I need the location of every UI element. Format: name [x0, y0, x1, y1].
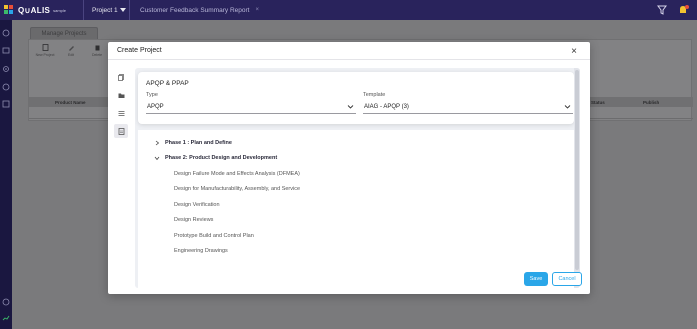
list-icon [118, 110, 124, 116]
column-publish[interactable]: Publish [643, 100, 659, 105]
chevron-down-icon [154, 156, 160, 161]
home-icon[interactable] [2, 29, 10, 37]
list-item[interactable]: Design for Manufacturability, Assembly, … [174, 186, 300, 192]
edit-note-icon[interactable] [2, 100, 10, 108]
nav-folder-step[interactable] [114, 88, 128, 102]
type-select[interactable]: APQP [146, 101, 356, 114]
folder-icon [118, 93, 124, 98]
nav-template-step[interactable] [114, 124, 128, 138]
analytics-icon[interactable] [2, 83, 10, 91]
list-item[interactable]: Engineering Drawings [174, 248, 228, 254]
new-document-icon [42, 44, 48, 51]
app-logo[interactable]: Q∪ALIS sample [0, 0, 84, 20]
tab-report-label: Customer Feedback Summary Report [140, 6, 250, 14]
tree-phase-2[interactable]: Phase 2: Product Design and Development [154, 155, 277, 161]
list-item[interactable]: Design Reviews [174, 217, 213, 223]
close-button[interactable]: × [568, 45, 580, 57]
type-field: Type APQP [146, 92, 356, 114]
filter-icon[interactable] [657, 5, 667, 15]
save-button[interactable]: Save [524, 272, 548, 286]
logo-subtitle: sample [53, 7, 67, 13]
dialog-header: Create Project × [108, 42, 590, 60]
create-project-dialog: Create Project × APQP & PPAP Type APQP T… [108, 42, 590, 294]
tree-phase-1-label: Phase 1 : Plan and Define [165, 140, 232, 146]
settings-icon[interactable] [2, 65, 10, 73]
column-status[interactable]: Status [591, 100, 605, 105]
user-icon[interactable] [2, 314, 10, 322]
tab-report[interactable]: Customer Feedback Summary Report × [130, 7, 259, 14]
apqp-settings-card: APQP & PPAP Type APQP Template AIAG - AP… [138, 72, 574, 124]
cancel-button[interactable]: Cancel [552, 272, 582, 286]
new-project-label: New Project [35, 53, 55, 57]
new-project-button[interactable]: New Project [35, 44, 55, 57]
dialog-title: Create Project [117, 47, 162, 54]
template-select[interactable]: AIAG - APQP (3) [363, 101, 573, 114]
nav-list-step[interactable] [114, 106, 128, 120]
tree-phase-2-label: Phase 2: Product Design and Development [165, 155, 278, 161]
scrollbar-thumb[interactable] [575, 70, 579, 270]
chevron-down-icon [564, 105, 571, 109]
template-field: Template AIAG - APQP (3) [363, 92, 573, 114]
delete-button[interactable]: Delete [89, 44, 105, 57]
template-value: AIAG - APQP (3) [364, 104, 409, 110]
top-bar: Q∪ALIS sample Project 1 Customer Feedbac… [0, 0, 697, 20]
dialog-content: APQP & PPAP Type APQP Template AIAG - AP… [135, 68, 580, 288]
project-selector-label: Project 1 [92, 6, 118, 14]
logo-text: Q∪ALIS [18, 5, 51, 15]
tab-close-icon[interactable]: × [255, 7, 259, 13]
document-icon [118, 127, 124, 135]
folder-icon[interactable] [2, 46, 10, 54]
project-selector[interactable]: Project 1 [84, 0, 130, 20]
logo-mark-icon [4, 5, 14, 15]
list-item[interactable]: Design Verification [174, 202, 220, 208]
column-product-name[interactable]: Product Name [55, 100, 86, 105]
template-label: Template [363, 92, 386, 98]
dialog-side-nav [114, 70, 128, 142]
edit-label: Edit [67, 53, 75, 57]
type-value: APQP [147, 104, 164, 110]
edit-icon [68, 46, 74, 51]
nav-copy-step[interactable] [114, 70, 128, 84]
scrollbar[interactable] [574, 68, 580, 288]
dialog-footer: Save Cancel [524, 272, 582, 286]
notification-bell-icon[interactable] [677, 5, 689, 15]
left-rail [0, 20, 12, 329]
caret-down-icon [119, 7, 126, 12]
delete-icon [95, 45, 99, 51]
edit-button[interactable]: Edit [63, 44, 79, 57]
tab-manage-projects[interactable]: Manage Projects [30, 27, 98, 39]
list-item[interactable]: Design Failure Mode and Effects Analysis… [174, 171, 300, 177]
app-tab-bar: Manage Projects [12, 27, 697, 39]
help-icon[interactable] [2, 298, 10, 306]
chevron-right-icon [155, 140, 160, 146]
delete-label: Delete [91, 53, 103, 57]
projects-toolbar: New Project Edit Delete [35, 44, 105, 57]
copy-icon [117, 73, 124, 81]
tree-phase-1[interactable]: Phase 1 : Plan and Define [154, 140, 232, 146]
phase-tree: Phase 1 : Plan and Define Phase 2: Produ… [138, 130, 574, 288]
type-label: Type [146, 92, 158, 98]
chevron-down-icon [347, 105, 354, 109]
card-title: APQP & PPAP [146, 80, 189, 87]
list-item[interactable]: Prototype Build and Control Plan [174, 233, 254, 239]
